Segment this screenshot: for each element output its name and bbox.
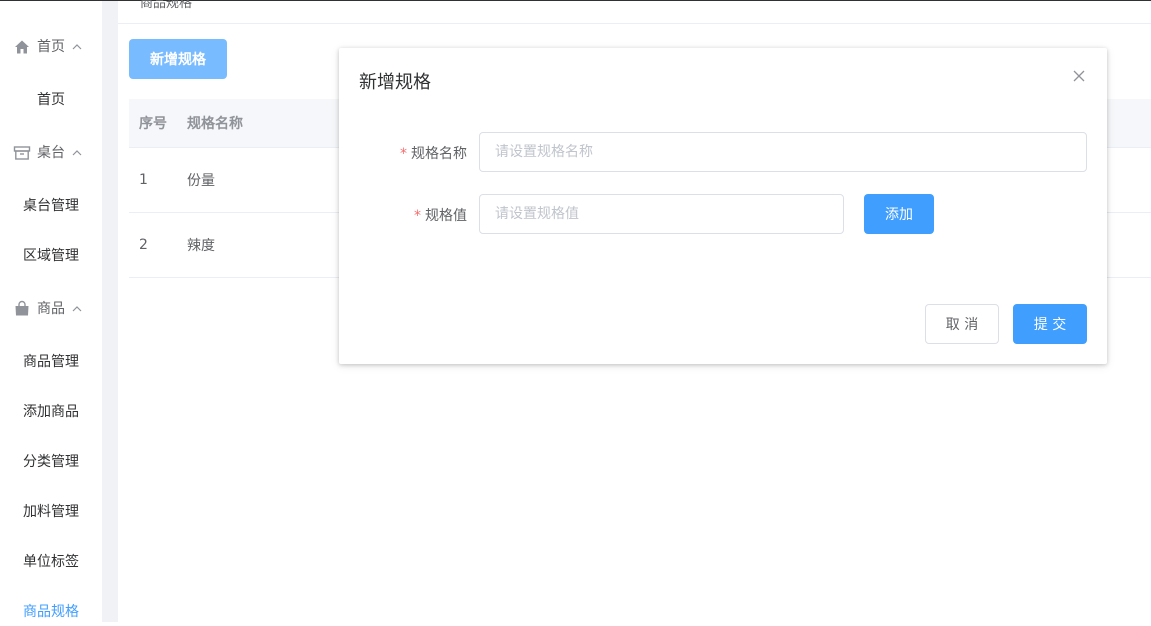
sidebar-divider bbox=[102, 1, 118, 622]
chevron-up-icon bbox=[72, 144, 82, 162]
row-name: 份量 bbox=[187, 173, 215, 189]
sidebar-group-label: 商品 bbox=[37, 301, 65, 317]
row-name: 辣度 bbox=[187, 238, 215, 254]
sidebar-item-category-management[interactable]: 分类管理 bbox=[0, 448, 102, 476]
dialog-title: 新增规格 bbox=[359, 72, 431, 93]
column-header-name: 规格名称 bbox=[187, 116, 243, 132]
row-no: 1 bbox=[139, 172, 148, 188]
sidebar-item-table-management[interactable]: 桌台管理 bbox=[0, 192, 102, 220]
cancel-button[interactable]: 取 消 bbox=[925, 304, 999, 344]
breadcrumb: 商品规格 bbox=[118, 0, 1151, 24]
sidebar-item-home[interactable]: 首页 bbox=[0, 86, 102, 114]
sidebar-item-area-management[interactable]: 区域管理 bbox=[0, 242, 102, 270]
sidebar-item-add-goods[interactable]: 添加商品 bbox=[0, 398, 102, 426]
add-spec-button[interactable]: 新增规格 bbox=[129, 39, 227, 79]
box-icon bbox=[13, 144, 31, 162]
chevron-up-icon bbox=[72, 38, 82, 56]
sidebar-item-topping-management[interactable]: 加料管理 bbox=[0, 498, 102, 526]
add-spec-dialog: 新增规格 *规格名称 *规格值 添加 取 消 提 交 bbox=[339, 48, 1107, 364]
sidebar-item-unit-tags[interactable]: 单位标签 bbox=[0, 548, 102, 576]
submit-button[interactable]: 提 交 bbox=[1013, 304, 1087, 344]
breadcrumb-current: 商品规格 bbox=[140, 0, 193, 11]
sidebar-group-tables[interactable]: 桌台 bbox=[0, 138, 102, 168]
spec-name-label: * 规格名称 bbox=[379, 143, 467, 163]
home-icon bbox=[13, 38, 31, 56]
close-icon[interactable] bbox=[1073, 70, 1085, 82]
sidebar-group-goods[interactable]: 商品 bbox=[0, 294, 102, 324]
sidebar-group-home[interactable]: 首页 bbox=[0, 32, 102, 62]
required-mark: * bbox=[400, 146, 407, 162]
sidebar: 首页 首页 桌台 桌台管理 区域管理 商品 商品管理 添加商品 分类管理 加料管… bbox=[0, 1, 102, 622]
row-no: 2 bbox=[139, 237, 148, 253]
sidebar-item-goods-management[interactable]: 商品管理 bbox=[0, 348, 102, 376]
column-header-no: 序号 bbox=[139, 116, 167, 132]
spec-value-label: * 规格值 bbox=[379, 205, 467, 225]
bag-icon bbox=[13, 300, 31, 318]
spec-name-input[interactable] bbox=[479, 132, 1087, 172]
sidebar-group-label: 桌台 bbox=[37, 145, 65, 161]
spec-value-input[interactable] bbox=[479, 194, 844, 234]
chevron-up-icon bbox=[72, 300, 82, 318]
spec-value-label-text: 规格值 bbox=[425, 208, 467, 224]
sidebar-group-label: 首页 bbox=[37, 39, 65, 55]
required-mark: * bbox=[414, 208, 421, 224]
spec-name-label-text: 规格名称 bbox=[411, 146, 467, 162]
add-value-button[interactable]: 添加 bbox=[864, 194, 934, 234]
